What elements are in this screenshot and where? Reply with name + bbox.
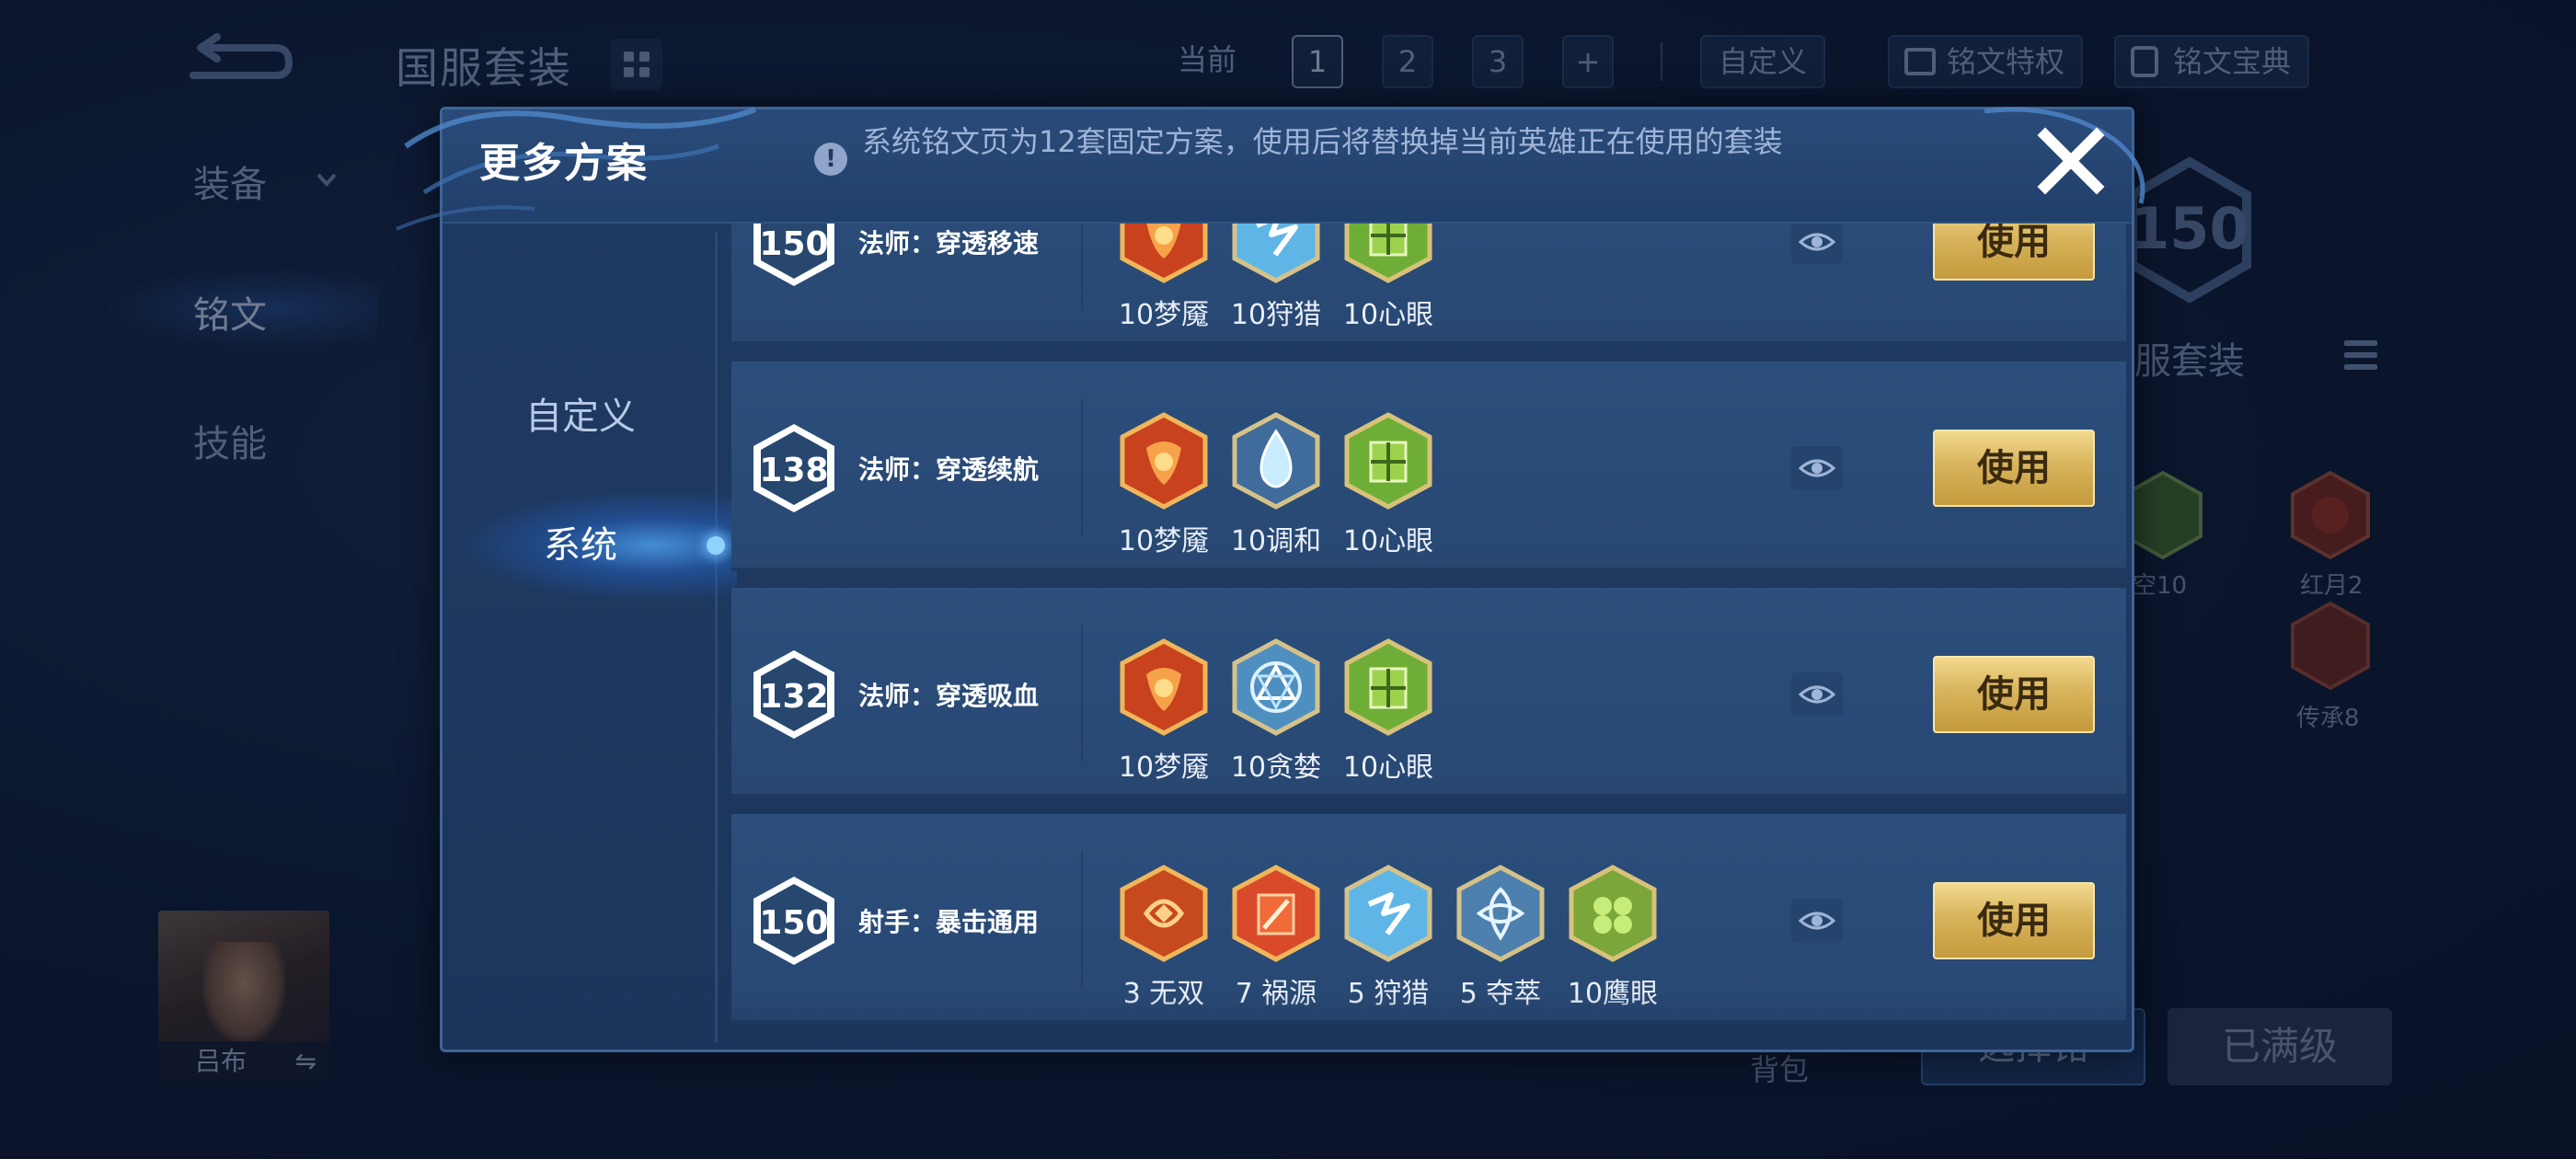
tanlan-rune-icon	[1232, 638, 1320, 736]
rune-slot[interactable]: 10狩猎	[1221, 224, 1331, 332]
use-button[interactable]: 使用	[1933, 656, 2095, 733]
plan-row: 132 法师：穿透吸血 10梦魇 10贪婪 10心眼 使用	[731, 588, 2126, 798]
level-hex-badge: 150	[753, 224, 834, 286]
shoulie-rune-icon	[1232, 224, 1320, 283]
nav-divider	[715, 233, 718, 1042]
plan-name: 法师：穿透续航	[858, 454, 1040, 485]
eye-icon[interactable]	[1791, 446, 1843, 490]
svg-text:150: 150	[759, 225, 828, 263]
plan-name: 射手：暴击通用	[858, 907, 1040, 937]
nav-active-dot	[707, 536, 725, 555]
plan-list[interactable]: 150 法师：穿透移速 10梦魇 10狩猎 10心眼 使用 138 法师：穿透续…	[731, 224, 2126, 1050]
rune-label: 3 无双	[1122, 978, 1205, 1010]
xinyan-rune-icon	[1344, 412, 1432, 510]
rune-label: 10狩猎	[1230, 299, 1322, 331]
rune-label: 10鹰眼	[1567, 978, 1659, 1010]
level-hex-badge: 138	[753, 424, 834, 512]
huoyuan-rune-icon	[1232, 865, 1320, 962]
rune-label: 10心眼	[1342, 525, 1434, 557]
mengyan-rune-icon	[1120, 412, 1208, 510]
rune-label: 5 夺萃	[1459, 978, 1542, 1010]
plan-row: 150 射手：暴击通用 3 无双 7 祸源 5 狩猎 5 夺萃 10鹰眼 使用	[731, 814, 2126, 1024]
row-divider	[1081, 398, 1083, 536]
row-divider	[1081, 224, 1083, 310]
level-hex-badge: 132	[753, 650, 834, 739]
rune-slot[interactable]: 10梦魇	[1109, 637, 1219, 785]
plan-row: 150 法师：穿透移速 10梦魇 10狩猎 10心眼 使用	[731, 224, 2126, 345]
svg-text:132: 132	[759, 678, 828, 716]
tiaohe-rune-icon	[1232, 412, 1320, 510]
xinyan-rune-icon	[1344, 638, 1432, 736]
rune-slot[interactable]: 5 狩猎	[1333, 864, 1443, 1011]
rune-slot[interactable]: 10调和	[1221, 411, 1331, 558]
use-button[interactable]: 使用	[1933, 430, 2095, 507]
plan-row: 138 法师：穿透续航 10梦魇 10调和 10心眼 使用	[731, 361, 2126, 571]
duocui-rune-icon	[1456, 865, 1545, 962]
info-text: 系统铭文页为12套固定方案，使用后将替换掉当前英雄正在使用的套装	[862, 124, 1783, 159]
eye-icon[interactable]	[1791, 672, 1843, 717]
rune-label: 7 祸源	[1235, 978, 1317, 1010]
rune-slot[interactable]: 10贪婪	[1221, 637, 1331, 785]
svg-text:138: 138	[759, 452, 828, 489]
plan-name: 法师：穿透移速	[858, 228, 1040, 258]
rune-slot[interactable]: 7 祸源	[1221, 864, 1331, 1011]
rune-slot[interactable]: 10鹰眼	[1558, 864, 1668, 1011]
mengyan-rune-icon	[1120, 224, 1208, 283]
tab-system[interactable]: 系统	[443, 509, 719, 582]
rune-label: 10贪婪	[1230, 752, 1322, 784]
rune-label: 5 狩猎	[1347, 978, 1430, 1010]
eye-icon[interactable]	[1791, 899, 1843, 943]
yingyan-rune-icon	[1569, 865, 1657, 962]
rune-label: 10心眼	[1342, 752, 1434, 784]
rune-slot[interactable]: 3 无双	[1109, 864, 1219, 1011]
dialog-nav: 自定义 系统	[443, 224, 737, 1051]
rune-slot[interactable]: 10梦魇	[1109, 411, 1219, 558]
use-button[interactable]: 使用	[1933, 224, 2095, 281]
dialog-header: 更多方案 ! 系统铭文页为12套固定方案，使用后将替换掉当前英雄正在使用的套装	[396, 107, 2145, 231]
rune-label: 10调和	[1230, 525, 1322, 557]
more-plans-dialog: 更多方案 ! 系统铭文页为12套固定方案，使用后将替换掉当前英雄正在使用的套装 …	[396, 107, 2145, 1052]
tab-custom[interactable]: 自定义	[443, 380, 719, 453]
rune-label: 10梦魇	[1118, 525, 1210, 557]
rune-slot[interactable]: 5 夺萃	[1445, 864, 1556, 1011]
rune-label: 10梦魇	[1118, 752, 1210, 784]
use-button[interactable]: 使用	[1933, 882, 2095, 959]
rune-slot[interactable]: 10心眼	[1333, 637, 1443, 785]
mengyan-rune-icon	[1120, 638, 1208, 736]
wushuang-rune-icon	[1120, 865, 1208, 962]
info-icon: !	[814, 143, 847, 176]
rune-slot[interactable]: 10心眼	[1333, 411, 1443, 558]
rune-label: 10心眼	[1342, 299, 1434, 331]
eye-icon[interactable]	[1791, 224, 1843, 264]
close-icon[interactable]	[2036, 126, 2106, 196]
rune-slot[interactable]: 10心眼	[1333, 224, 1443, 332]
shoulie-rune-icon	[1344, 865, 1432, 962]
xinyan-rune-icon	[1344, 224, 1432, 283]
plan-name: 法师：穿透吸血	[858, 681, 1040, 711]
rune-label: 10梦魇	[1118, 299, 1210, 331]
row-divider	[1081, 851, 1083, 989]
row-divider	[1081, 625, 1083, 763]
dialog-title: 更多方案	[479, 140, 649, 187]
svg-text:150: 150	[759, 904, 828, 942]
level-hex-badge: 150	[753, 877, 834, 965]
rune-slot[interactable]: 10梦魇	[1109, 224, 1219, 332]
